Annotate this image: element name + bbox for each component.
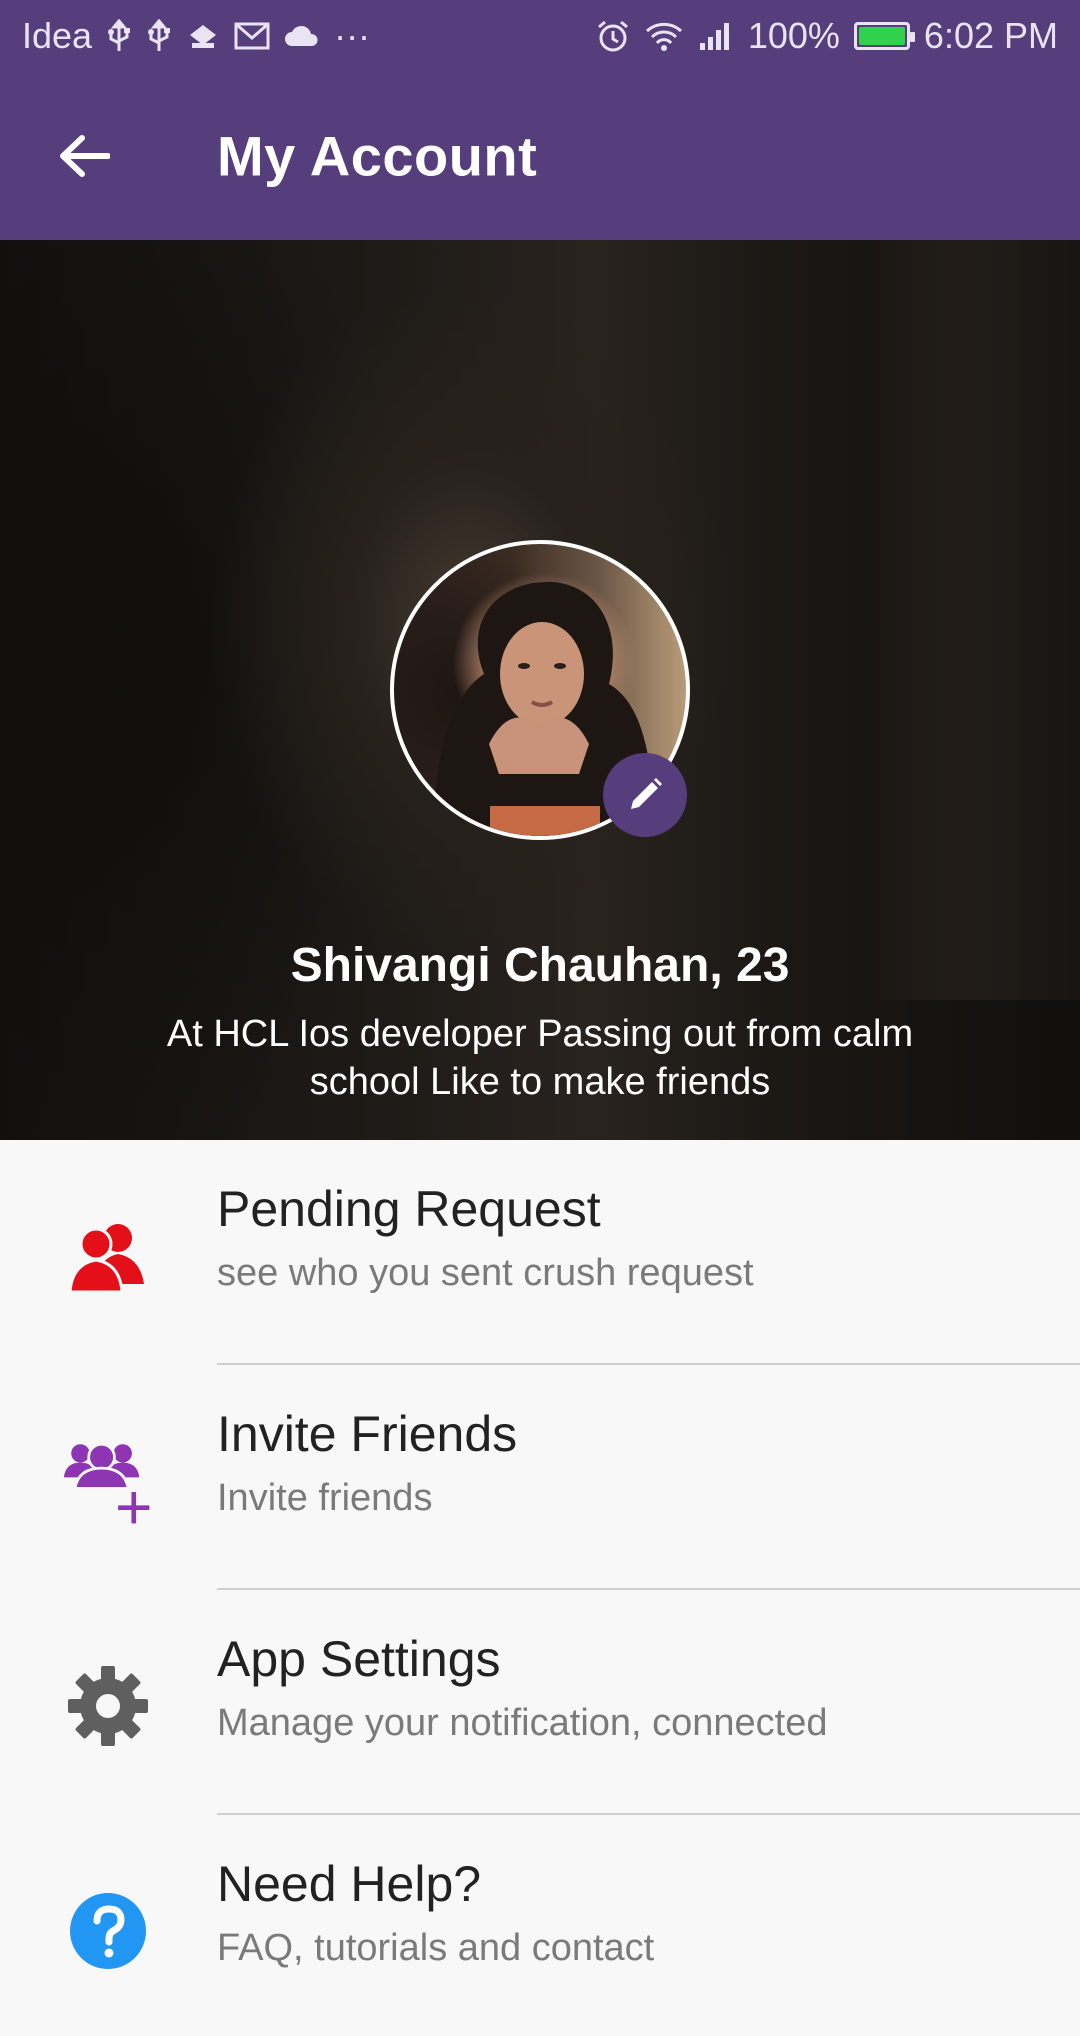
app-root: Idea ··· 100% 6:02 PM My Account Shivang… [0,0,1080,2036]
menu-item-invite-friends[interactable]: Invite Friends Invite friends [0,1365,1080,1590]
add-group-icon [62,1435,154,1527]
arrow-left-icon [60,135,110,177]
menu-item-title: Pending Request [217,1181,601,1237]
back-button[interactable] [50,122,118,190]
gmail-icon [234,22,270,50]
battery-percent: 100% [747,15,840,56]
menu-item-subtitle: see who you sent crush request [217,1252,754,1294]
page-title: My Account [217,124,538,188]
help-icon [62,1885,154,1977]
account-menu: Pending Request see who you sent crush r… [0,1140,1080,2036]
carrier-label: Idea [22,15,93,56]
app-bar: My Account [0,72,1080,240]
menu-item-subtitle: Manage your notification, connected [217,1702,828,1744]
avatar-container [390,540,690,840]
menu-item-need-help[interactable]: Need Help? FAQ, tutorials and contact [0,1815,1080,2036]
clock: 6:02 PM [923,15,1058,56]
status-overflow: ··· [334,15,371,56]
gear-icon [62,1660,154,1752]
people-icon [62,1210,154,1302]
status-bar: Idea ··· 100% 6:02 PM [0,0,1080,72]
menu-item-subtitle: FAQ, tutorials and contact [217,1927,655,1969]
battery-icon [853,22,915,50]
wifi-icon [644,20,684,52]
pencil-icon [631,778,662,809]
menu-item-pending-request[interactable]: Pending Request see who you sent crush r… [0,1140,1080,1365]
menu-item-subtitle: Invite friends [217,1477,433,1519]
debug-icon [186,21,220,51]
alarm-icon [596,19,630,53]
battery-level-fill [858,27,905,45]
usb-icon [146,19,172,53]
menu-item-title: App Settings [217,1631,501,1687]
profile-header: Shivangi Chauhan, 23 At HCL Ios develope… [0,240,1080,1140]
profile-name: Shivangi Chauhan, 23 [290,939,790,992]
menu-item-title: Invite Friends [217,1406,518,1462]
signal-icon [698,21,734,51]
edit-photo-button[interactable] [603,753,687,837]
status-bar-right: 100% 6:02 PM [596,15,1058,57]
menu-item-title: Need Help? [217,1856,482,1912]
status-bar-left: Idea ··· [22,15,370,57]
menu-item-app-settings[interactable]: App Settings Manage your notification, c… [0,1590,1080,1815]
usb-icon [106,19,132,53]
cloud-icon [284,24,320,48]
profile-bio: At HCL Ios developer Passing out from ca… [166,1013,914,1103]
